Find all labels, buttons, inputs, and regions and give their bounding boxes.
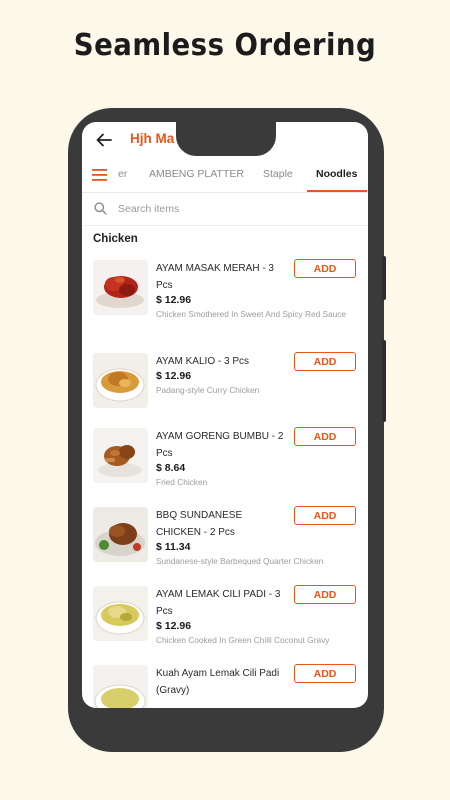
headline: Seamless Ordering <box>73 28 377 63</box>
add-button[interactable]: ADD <box>294 427 356 446</box>
item-name: AYAM GORENG BUMBU - 2 Pcs <box>156 431 284 459</box>
item-description: Fried Chicken <box>156 477 208 487</box>
item-price: $ 8.64 <box>156 462 186 474</box>
food-image-bbq-chicken <box>93 507 148 562</box>
tab-ambeng-platter[interactable]: AMBENG PLATTER <box>149 168 244 180</box>
item-price: $ 12.96 <box>156 620 192 632</box>
back-arrow-icon[interactable] <box>94 130 114 150</box>
item-price: $ 12.96 <box>156 294 192 306</box>
food-image-fried-chicken <box>93 428 148 483</box>
add-button[interactable]: ADD <box>294 352 356 371</box>
item-name: AYAM MASAK MERAH - 3 Pcs <box>156 263 274 291</box>
category-tabs: er AMBENG PLATTER Staple Noodles <box>82 158 368 193</box>
tab-staple[interactable]: Staple <box>263 168 293 180</box>
item-description: Sundanese-style Barbequed Quarter Chicke… <box>156 556 324 566</box>
add-button[interactable]: ADD <box>294 506 356 525</box>
add-button[interactable]: ADD <box>294 585 356 604</box>
food-image-green-curry-chicken <box>93 586 148 641</box>
add-button[interactable]: ADD <box>294 259 356 278</box>
search-bar <box>82 193 368 226</box>
add-button[interactable]: ADD <box>294 664 356 683</box>
item-price: $ 11.34 <box>156 541 191 553</box>
search-input[interactable] <box>118 199 358 219</box>
item-name: Kuah Ayam Lemak Cili Padi (Gravy) <box>156 668 280 696</box>
item-description: Chicken Smothered In Sweet And Spicy Red… <box>156 309 347 319</box>
food-image-curry-chicken <box>93 353 148 408</box>
app-screen: Hjh Ma hiat er AMBENG PLATTER Staple Noo… <box>82 122 368 708</box>
item-description: Padang-style Curry Chicken <box>156 385 260 395</box>
tab-noodles[interactable]: Noodles <box>316 168 357 180</box>
phone-side-button <box>382 256 386 300</box>
phone-side-button <box>382 340 386 422</box>
hamburger-menu-icon[interactable] <box>92 168 108 182</box>
item-description: Chicken Cooked In Green Chilli Coconut G… <box>156 635 330 645</box>
food-image-gravy-bowl <box>93 665 148 708</box>
item-name: AYAM KALIO - 3 Pcs <box>156 356 249 367</box>
food-image-red-chicken <box>93 260 148 315</box>
active-tab-indicator <box>307 190 367 192</box>
phone-notch <box>176 114 276 156</box>
section-title: Chicken <box>93 233 138 245</box>
item-price: $ 12.96 <box>156 370 192 382</box>
search-icon <box>94 202 107 215</box>
tab-er[interactable]: er <box>118 168 127 180</box>
item-name: BBQ SUNDANESE CHICKEN - 2 Pcs <box>156 510 243 538</box>
item-name: AYAM LEMAK CILI PADI - 3 Pcs <box>156 589 281 617</box>
